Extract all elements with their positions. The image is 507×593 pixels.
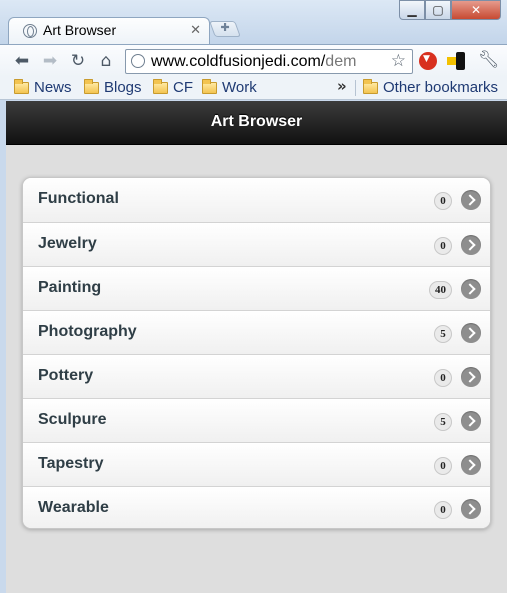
new-tab-button[interactable]: ✚ — [209, 21, 241, 37]
address-bar[interactable]: www.coldfusionjedi.com/dem ☆ — [125, 49, 413, 74]
list-item-label: Photography — [38, 323, 137, 340]
globe-icon — [131, 54, 145, 68]
home-icon[interactable]: ⌂ — [96, 51, 116, 71]
chevron-right-icon — [461, 190, 481, 210]
title-bar: Art Browser ✕ ✚ ▁ ▢ ✕ — [0, 0, 507, 44]
count-badge: 0 — [434, 369, 452, 387]
bookmark-cf[interactable]: CF — [153, 78, 193, 96]
bookmark-other[interactable]: Other bookmarks — [363, 78, 498, 96]
list-item-label: Tapestry — [38, 455, 104, 472]
folder-icon — [14, 78, 29, 94]
star-icon[interactable]: ☆ — [388, 51, 406, 71]
close-tab-icon[interactable]: ✕ — [190, 24, 201, 37]
page-header: Art Browser — [6, 101, 507, 145]
maximize-button[interactable]: ▢ — [425, 0, 451, 20]
page-viewport: Art Browser Functional 0 Jewelry 0 Paint… — [6, 101, 507, 593]
list-item-jewelry[interactable]: Jewelry 0 — [23, 222, 490, 266]
count-badge: 0 — [434, 237, 452, 255]
list-item-label: Functional — [38, 190, 119, 207]
bookmarks-bar: News Blogs CF Work » Other bookmarks — [0, 77, 507, 100]
window-controls: ▁ ▢ ✕ — [399, 0, 501, 20]
chevron-right-icon — [461, 367, 481, 387]
arrow-right-icon[interactable]: ➡ — [40, 51, 60, 71]
count-badge: 40 — [429, 281, 452, 299]
bookmark-work[interactable]: Work — [202, 78, 257, 96]
wrench-icon[interactable]: 🔧︎ — [478, 50, 500, 70]
page-title: Art Browser — [210, 113, 303, 130]
globe-icon — [23, 24, 37, 38]
extension-icon[interactable] — [419, 52, 437, 70]
list-item-painting[interactable]: Painting 40 — [23, 266, 490, 310]
list-item-tapestry[interactable]: Tapestry 0 — [23, 442, 490, 486]
list-item-label: Jewelry — [38, 235, 97, 252]
chevron-right-icon — [461, 455, 481, 475]
browser-tab[interactable]: Art Browser ✕ — [8, 17, 210, 44]
browser-toolbar: ⬅ ➡ ↻ ⌂ www.coldfusionjedi.com/dem ☆ 🔧︎ — [0, 44, 507, 77]
count-badge: 5 — [434, 325, 452, 343]
close-window-button[interactable]: ✕ — [451, 0, 501, 20]
arrow-left-icon[interactable]: ⬅ — [12, 51, 32, 71]
plus-icon: ✚ — [220, 21, 230, 34]
count-badge: 0 — [434, 501, 452, 519]
list-item-label: Sculpure — [38, 411, 107, 428]
category-list: Functional 0 Jewelry 0 Painting 40 Photo… — [22, 177, 491, 529]
chevron-right-icon — [461, 411, 481, 431]
reload-icon[interactable]: ↻ — [68, 51, 88, 71]
list-item-functional[interactable]: Functional 0 — [23, 178, 490, 222]
minimize-button[interactable]: ▁ — [399, 0, 425, 20]
folder-icon — [84, 78, 99, 94]
browser-window: Art Browser ✕ ✚ ▁ ▢ ✕ ⬅ ➡ ↻ ⌂ www.coldfu… — [0, 0, 507, 593]
bookmark-news[interactable]: News — [14, 78, 72, 96]
list-item-pottery[interactable]: Pottery 0 — [23, 354, 490, 398]
chevron-right-icon — [461, 279, 481, 299]
list-item-wearable[interactable]: Wearable 0 — [23, 486, 490, 528]
bookmark-blogs[interactable]: Blogs — [84, 78, 142, 96]
folder-icon — [363, 78, 378, 94]
list-item-photography[interactable]: Photography 5 — [23, 310, 490, 354]
list-item-label: Painting — [38, 279, 102, 296]
folder-icon — [153, 78, 168, 94]
list-item-label: Wearable — [38, 499, 109, 516]
phone-extension-icon[interactable] — [447, 52, 465, 70]
bookmarks-overflow-button[interactable]: » — [337, 77, 347, 95]
chevron-right-icon — [461, 235, 481, 255]
list-item-label: Pottery — [38, 367, 94, 384]
divider — [355, 80, 356, 96]
list-item-sculpure[interactable]: Sculpure 5 — [23, 398, 490, 442]
folder-icon — [202, 78, 217, 94]
count-badge: 0 — [434, 457, 452, 475]
tab-title: Art Browser — [43, 22, 117, 38]
count-badge: 0 — [434, 192, 452, 210]
count-badge: 5 — [434, 413, 452, 431]
chevron-right-icon — [461, 499, 481, 519]
url-text: www.coldfusionjedi.com/dem — [151, 53, 357, 70]
chevron-right-icon — [461, 323, 481, 343]
